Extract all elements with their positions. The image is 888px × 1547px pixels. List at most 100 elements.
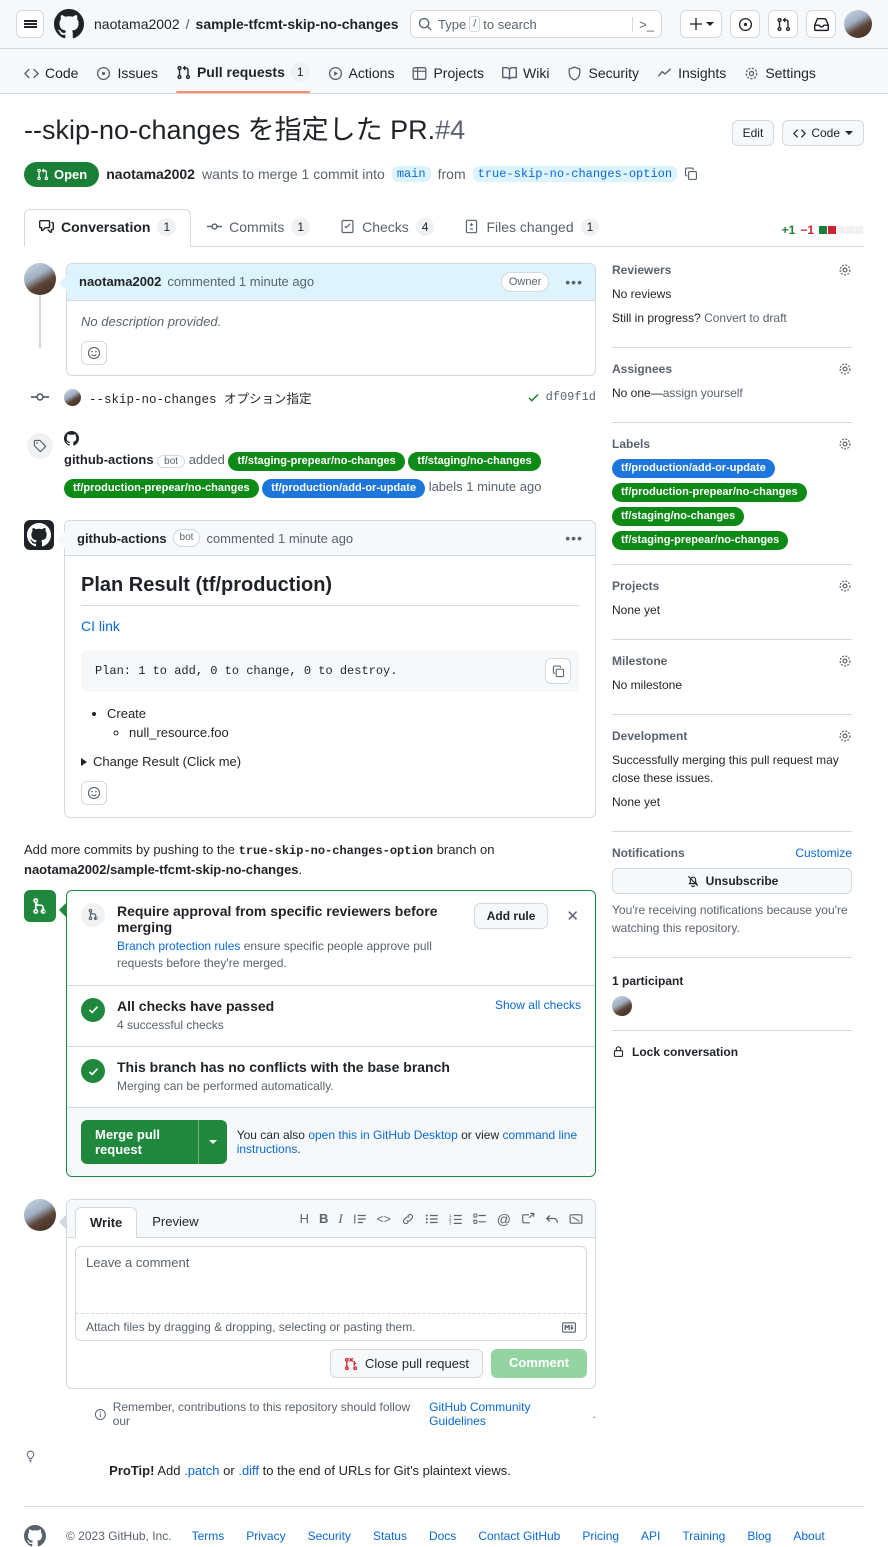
tab-commits[interactable]: Commits 1: [193, 210, 324, 246]
add-rule-button[interactable]: Add rule: [473, 902, 549, 929]
sidebar-label-chip[interactable]: tf/production-prepear/no-changes: [612, 482, 807, 502]
sidebar-label-chip[interactable]: tf/staging-prepear/no-changes: [612, 530, 789, 550]
patch-link[interactable]: .patch: [184, 1463, 219, 1478]
tab-conversation[interactable]: Conversation 1: [24, 208, 192, 247]
show-all-checks-link[interactable]: Show all checks: [495, 998, 581, 1012]
ordered-list-icon[interactable]: 123: [449, 1212, 463, 1226]
sidebar-label-chip[interactable]: tf/production/add-or-update: [612, 458, 775, 478]
nav-issues[interactable]: Issues: [88, 59, 165, 93]
gear-icon[interactable]: [838, 362, 852, 376]
merge-options-dropdown[interactable]: [197, 1120, 227, 1165]
gear-icon[interactable]: [838, 729, 852, 743]
comment-menu-icon[interactable]: •••: [555, 274, 583, 290]
branch-protection-link[interactable]: Branch protection rules: [117, 939, 240, 953]
avatar[interactable]: [24, 262, 56, 295]
footer-link-api[interactable]: API: [641, 1529, 660, 1543]
tab-checks[interactable]: Checks 4: [326, 210, 448, 246]
pull-requests-icon[interactable]: [768, 10, 798, 38]
hamburger-icon[interactable]: [16, 10, 44, 38]
customize-link[interactable]: Customize: [795, 846, 852, 860]
nav-actions[interactable]: Actions: [320, 59, 403, 93]
mention-icon[interactable]: @: [497, 1211, 511, 1227]
label-chip[interactable]: tf/staging/no-changes: [408, 451, 541, 471]
convert-to-draft-link[interactable]: Convert to draft: [704, 311, 787, 325]
tab-preview[interactable]: Preview: [137, 1206, 213, 1237]
breadcrumb-owner[interactable]: naotama2002: [94, 16, 180, 32]
community-guidelines-link[interactable]: GitHub Community Guidelines: [429, 1400, 587, 1428]
code-icon[interactable]: <>: [377, 1212, 391, 1226]
footer-link-terms[interactable]: Terms: [192, 1529, 225, 1543]
avatar[interactable]: [612, 995, 632, 1016]
open-github-desktop-link[interactable]: open this in GitHub Desktop: [308, 1128, 457, 1142]
label-chip[interactable]: tf/production/add-or-update: [262, 479, 426, 499]
gear-icon[interactable]: [838, 579, 852, 593]
tab-files-changed[interactable]: Files changed 1: [450, 210, 613, 246]
tab-write[interactable]: Write: [75, 1206, 138, 1238]
bold-icon[interactable]: B: [319, 1211, 328, 1226]
avatar[interactable]: [844, 10, 872, 38]
comment-button[interactable]: Comment: [491, 1349, 587, 1379]
close-pull-request-button[interactable]: Close pull request: [329, 1349, 484, 1379]
merge-pull-request-button[interactable]: Merge pull request: [81, 1120, 198, 1165]
github-logo-icon[interactable]: [54, 9, 84, 39]
search-input[interactable]: Type / to search >_: [410, 10, 662, 38]
assign-yourself-link[interactable]: assign yourself: [663, 386, 743, 400]
label-chip[interactable]: tf/production-prepear/no-changes: [64, 479, 259, 499]
comment-author[interactable]: naotama2002: [79, 274, 161, 289]
gear-icon[interactable]: [838, 654, 852, 668]
lock-conversation-button[interactable]: Lock conversation: [612, 1045, 852, 1059]
add-reaction-button[interactable]: [81, 781, 107, 806]
sidebar-label-chip[interactable]: tf/staging/no-changes: [612, 506, 745, 526]
ci-link[interactable]: CI link: [81, 618, 120, 634]
task-list-icon[interactable]: [473, 1212, 487, 1226]
nav-insights[interactable]: Insights: [649, 59, 734, 93]
pr-author[interactable]: naotama2002: [106, 166, 195, 182]
copy-code-button[interactable]: [545, 658, 571, 685]
markdown-icon[interactable]: [569, 1212, 583, 1226]
close-icon[interactable]: ✕: [560, 903, 581, 925]
footer-link-about[interactable]: About: [793, 1529, 824, 1543]
unsubscribe-button[interactable]: Unsubscribe: [612, 867, 852, 894]
gear-icon[interactable]: [838, 263, 852, 277]
command-palette-icon[interactable]: >_: [632, 16, 654, 32]
inbox-icon[interactable]: [806, 10, 836, 38]
avatar[interactable]: [64, 388, 81, 406]
label-event-actor[interactable]: github-actions: [64, 452, 154, 467]
comment-menu-icon[interactable]: •••: [555, 530, 583, 546]
add-reaction-button[interactable]: [81, 340, 107, 365]
commit-sha[interactable]: df09f1d: [546, 390, 596, 404]
reply-icon[interactable]: [545, 1212, 559, 1226]
head-branch-chip[interactable]: true-skip-no-changes-option: [472, 166, 678, 183]
footer-link-blog[interactable]: Blog: [747, 1529, 771, 1543]
label-chip[interactable]: tf/staging-prepear/no-changes: [228, 451, 405, 471]
change-result-disclosure[interactable]: Change Result (Click me): [81, 754, 579, 769]
create-new-button[interactable]: [680, 10, 722, 38]
footer-link-privacy[interactable]: Privacy: [246, 1529, 285, 1543]
diff-link[interactable]: .diff: [238, 1463, 259, 1478]
link-icon[interactable]: [401, 1212, 415, 1226]
nav-projects[interactable]: Projects: [404, 59, 492, 93]
quote-icon[interactable]: [353, 1212, 367, 1226]
copy-icon[interactable]: [684, 167, 698, 181]
unordered-list-icon[interactable]: [425, 1212, 439, 1226]
footer-link-status[interactable]: Status: [373, 1529, 407, 1543]
footer-link-contact[interactable]: Contact GitHub: [478, 1529, 560, 1543]
footer-link-pricing[interactable]: Pricing: [582, 1529, 619, 1543]
gear-icon[interactable]: [838, 437, 852, 451]
bot-comment-author[interactable]: github-actions: [77, 531, 167, 546]
reference-icon[interactable]: [521, 1212, 535, 1226]
commit-message[interactable]: --skip-no-changes オプション指定: [89, 388, 312, 407]
nav-pull-requests[interactable]: Pull requests 1: [168, 57, 318, 93]
nav-code[interactable]: Code: [16, 59, 86, 93]
base-branch-chip[interactable]: main: [391, 166, 431, 183]
footer-link-security[interactable]: Security: [308, 1529, 351, 1543]
issues-icon[interactable]: [730, 10, 760, 38]
italic-icon[interactable]: I: [338, 1211, 342, 1227]
avatar[interactable]: [24, 520, 54, 551]
code-button[interactable]: Code: [782, 120, 864, 146]
nav-security[interactable]: Security: [559, 59, 647, 93]
avatar[interactable]: [24, 1199, 56, 1232]
comment-textarea[interactable]: Leave a comment Attach files by dragging…: [75, 1246, 587, 1342]
footer-link-training[interactable]: Training: [682, 1529, 725, 1543]
nav-wiki[interactable]: Wiki: [494, 59, 557, 93]
